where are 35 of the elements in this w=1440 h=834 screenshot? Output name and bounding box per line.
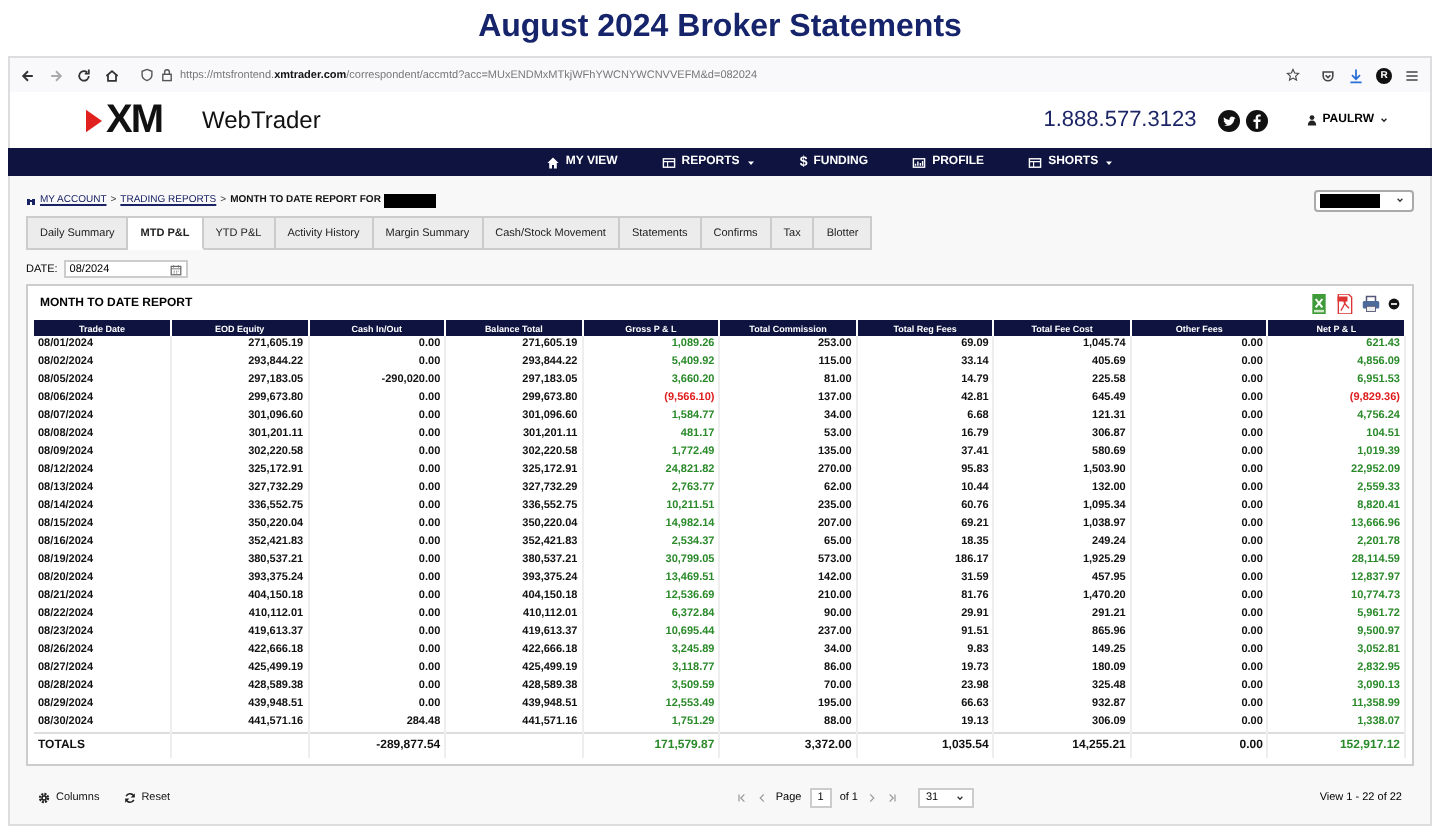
pocket-icon[interactable] [1320, 67, 1336, 83]
first-page-icon[interactable] [735, 792, 748, 804]
logo-icon [86, 107, 102, 133]
table-icon [1028, 155, 1043, 169]
refresh-icon [123, 792, 136, 804]
back-icon[interactable] [20, 67, 36, 83]
reload-icon[interactable] [76, 67, 92, 83]
download-icon[interactable] [1348, 67, 1364, 83]
gear-icon [38, 792, 50, 804]
lock-icon [160, 68, 174, 82]
star-icon[interactable] [1286, 68, 1300, 82]
facebook-icon[interactable] [1246, 109, 1269, 131]
chart-icon [912, 155, 927, 169]
user-icon [1306, 114, 1319, 126]
redaction-block [384, 193, 437, 207]
app-name: WebTrader [202, 106, 321, 134]
shield-icon [140, 68, 154, 82]
print-icon[interactable] [1362, 293, 1380, 313]
twitter-icon[interactable] [1218, 109, 1241, 131]
caret-icon [1378, 114, 1390, 126]
caret-icon [1394, 194, 1406, 206]
table-icon [661, 155, 676, 169]
logo: XM [106, 100, 162, 140]
home-icon[interactable] [104, 67, 120, 83]
binoculars-icon [26, 195, 36, 205]
account-select[interactable] [1314, 189, 1414, 211]
menu-icon[interactable] [1404, 67, 1420, 83]
page-title: August 2024 Broker Statements [476, 8, 964, 48]
spreadsheet-icon[interactable] [1310, 293, 1328, 313]
collapse-icon[interactable] [1388, 297, 1400, 309]
pdf-icon[interactable] [1336, 293, 1354, 313]
home-icon [545, 155, 560, 169]
caret-icon [954, 792, 966, 804]
calendar-icon [169, 263, 182, 275]
phone-number: 1.888.577.3123 [1043, 108, 1197, 132]
